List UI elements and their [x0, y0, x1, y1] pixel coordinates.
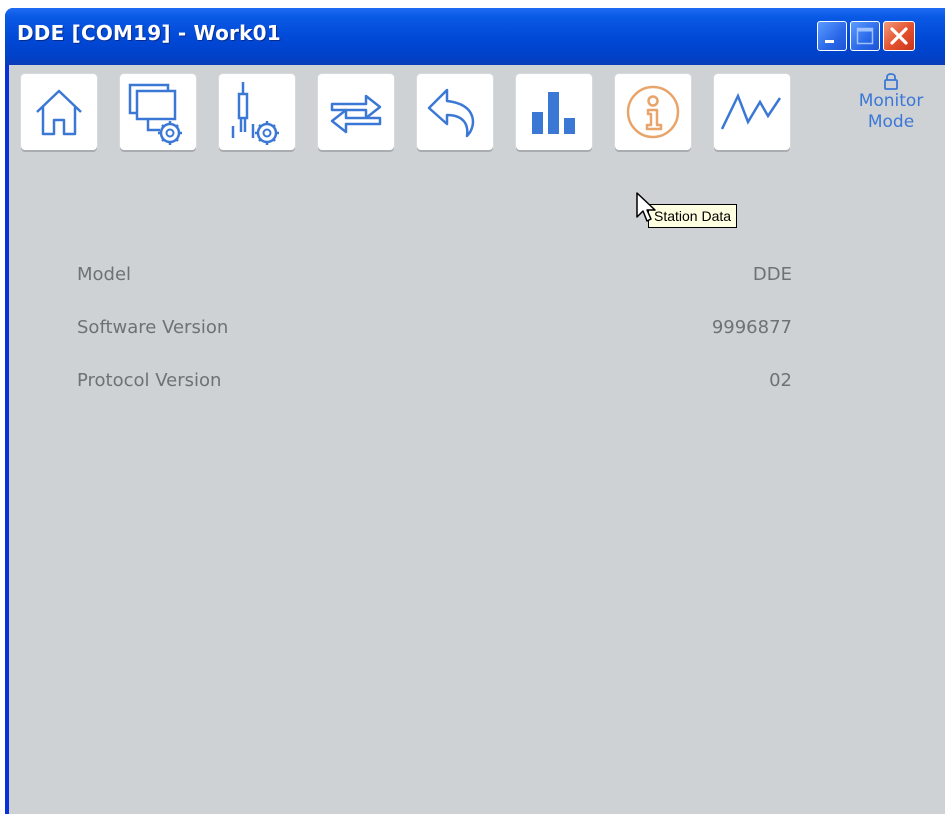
- maximize-icon: [856, 27, 874, 45]
- tool-settings-icon: [231, 82, 279, 145]
- monitor-mode-button[interactable]: Monitor Mode: [841, 71, 941, 133]
- close-icon: [890, 27, 908, 45]
- home-icon: [36, 89, 82, 136]
- info-row-software-version: Software Version 9996877: [77, 317, 792, 347]
- info-label: Model: [77, 264, 132, 285]
- close-button[interactable]: [883, 21, 915, 51]
- window-title: DDE [COM19] - Work01: [17, 21, 281, 45]
- tooltip: Station Data: [648, 204, 738, 228]
- info-value: 02: [769, 370, 792, 391]
- minimize-button[interactable]: [817, 21, 847, 51]
- home-button[interactable]: [21, 74, 97, 150]
- transfer-button[interactable]: [318, 74, 394, 150]
- app-window: DDE [COM19] - Work01 Monitor Mode Statio…: [5, 8, 945, 814]
- station-settings-icon: [128, 83, 182, 145]
- transfer-icon: [330, 94, 382, 134]
- maximize-button[interactable]: [850, 21, 880, 51]
- lock-icon: [884, 73, 898, 90]
- monitor-mode-line1: Monitor: [858, 91, 924, 111]
- client-area: Monitor Mode Station Data Model DDE Soft…: [9, 65, 945, 814]
- monitor-mode-line2: Mode: [867, 112, 915, 132]
- back-button[interactable]: [417, 74, 493, 150]
- info-label: Software Version: [77, 317, 229, 338]
- station-data-button[interactable]: [615, 74, 691, 150]
- graph-button[interactable]: [714, 74, 790, 150]
- station-data-icon: [626, 85, 680, 139]
- info-row-model: Model DDE: [77, 264, 792, 294]
- statistics-button[interactable]: [516, 74, 592, 150]
- info-label: Protocol Version: [77, 370, 222, 391]
- minimize-icon: [825, 40, 834, 43]
- info-value: DDE: [752, 264, 792, 285]
- tool-settings-button[interactable]: [219, 74, 295, 150]
- info-row-protocol-version: Protocol Version 02: [77, 370, 792, 400]
- back-icon: [427, 88, 475, 138]
- info-value: 9996877: [711, 317, 792, 338]
- statistics-icon: [532, 92, 575, 134]
- graph-icon: [720, 92, 782, 130]
- station-settings-button[interactable]: [120, 74, 196, 150]
- mouse-cursor-icon: [636, 192, 656, 222]
- title-bar[interactable]: DDE [COM19] - Work01: [5, 8, 945, 65]
